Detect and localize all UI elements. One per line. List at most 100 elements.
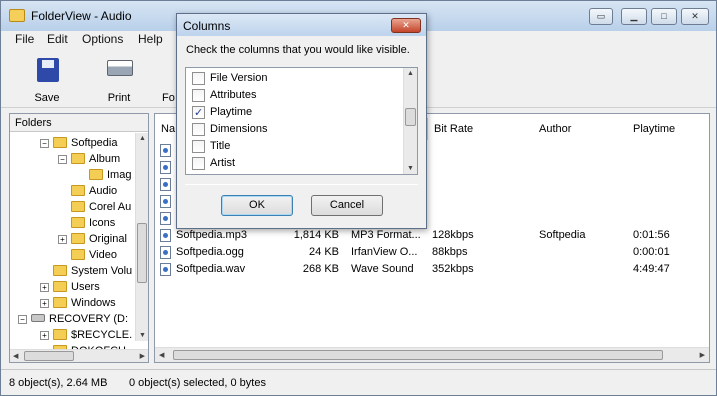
folder-icon [71, 217, 85, 228]
folders-horizontal-scrollbar[interactable]: ◀ ▶ [10, 349, 148, 362]
folder-tree-item[interactable]: + $RECYCLE. [40, 327, 132, 343]
menu-help[interactable]: Help [138, 32, 163, 46]
folders-vertical-scrollbar[interactable]: ▲ ▼ [135, 133, 148, 341]
folder-icon [53, 281, 67, 292]
folder-tree-item[interactable]: Icons [58, 215, 115, 231]
folder-tree-item[interactable]: Corel Au [58, 199, 131, 215]
maximize-button[interactable]: □ [651, 8, 677, 25]
scroll-right-arrow-icon[interactable]: ▶ [700, 351, 705, 359]
folder-tree-label: Video [89, 249, 117, 261]
checkbox[interactable] [192, 72, 205, 85]
scroll-thumb[interactable] [405, 108, 416, 126]
folder-tree-item[interactable]: + Windows [40, 295, 116, 311]
folder-tree-label: Album [89, 153, 121, 165]
dialog-close-button[interactable]: ✕ [391, 18, 421, 33]
column-header-playtime[interactable]: Playtime [627, 118, 709, 140]
audio-file-icon [160, 246, 171, 259]
folder-button[interactable]: Fo [151, 56, 175, 104]
scroll-down-arrow-icon[interactable]: ▼ [407, 165, 414, 172]
checkbox[interactable] [192, 123, 205, 136]
file-icon [160, 144, 171, 157]
folder-icon [53, 265, 67, 276]
folder-tree-item[interactable]: Imag [76, 167, 131, 183]
close-button[interactable]: ✕ [681, 8, 709, 25]
column-option-label: Title [210, 140, 231, 152]
column-option[interactable]: File Version [192, 70, 392, 86]
folder-icon [53, 297, 67, 308]
folder-tree-item[interactable]: + Users [40, 279, 100, 295]
audio-file-icon [160, 263, 171, 276]
folder-tree-label: $RECYCLE. [71, 329, 133, 341]
dialog-body: Check the columns that you would like vi… [177, 36, 426, 228]
menu-options[interactable]: Options [82, 32, 123, 46]
folder-icon [71, 153, 85, 164]
scroll-left-arrow-icon[interactable]: ◀ [13, 352, 18, 360]
checkbox[interactable] [192, 157, 205, 170]
dialog-title: Columns [183, 19, 231, 33]
list-item[interactable]: Softpedia.ogg 24 KB IrfanView O... 88kbp… [155, 244, 709, 261]
checkbox[interactable] [192, 89, 205, 102]
folder-tree-label: Audio [89, 185, 118, 197]
folder-button-label: Fo [162, 92, 175, 104]
expand-icon[interactable]: + [40, 283, 49, 292]
column-option[interactable]: Attributes [192, 87, 392, 103]
audio-file-icon [160, 229, 171, 242]
expand-icon[interactable]: + [58, 235, 67, 244]
folder-tree-item[interactable]: − RECOVERY (D: [18, 311, 128, 327]
file-type: IrfanView O... [351, 246, 418, 258]
menu-file[interactable]: File [15, 32, 34, 46]
ok-button[interactable]: OK [221, 195, 293, 216]
folder-tree-label: Corel Au [89, 201, 132, 213]
scroll-thumb[interactable] [24, 351, 74, 361]
column-option[interactable]: Dimensions [192, 121, 392, 137]
dialog-instruction: Check the columns that you would like vi… [186, 44, 410, 56]
minimize-button[interactable]: ▁ [621, 8, 647, 25]
scroll-thumb[interactable] [137, 223, 147, 283]
scroll-thumb[interactable] [173, 350, 663, 360]
file-bitrate: 352kbps [432, 263, 474, 275]
scroll-down-arrow-icon[interactable]: ▼ [139, 332, 146, 339]
file-type: MP3 Format... [351, 229, 421, 241]
collapse-icon[interactable]: − [40, 139, 49, 148]
file-icon [160, 212, 171, 225]
folder-tree-item[interactable]: − Softpedia [40, 135, 117, 151]
folder-tree-label: RECOVERY (D: [49, 313, 129, 325]
system-monitor-icon[interactable]: ▭ [589, 8, 613, 25]
folder-tree-item[interactable]: + Original [58, 231, 127, 247]
list-horizontal-scrollbar[interactable]: ◀ ▶ [155, 347, 709, 362]
list-item[interactable]: Softpedia.mp3 1,814 KB MP3 Format... 128… [155, 227, 709, 244]
print-label: Print [107, 92, 131, 104]
checklist-scrollbar[interactable]: ▲ ▼ [403, 68, 417, 174]
checkbox[interactable] [192, 140, 205, 153]
columns-dialog: Columns ✕ Check the columns that you wou… [176, 13, 427, 229]
collapse-icon[interactable]: − [18, 315, 27, 324]
folder-tree-item[interactable]: − Album [58, 151, 120, 167]
cancel-button[interactable]: Cancel [311, 195, 383, 216]
menu-edit[interactable]: Edit [47, 32, 68, 46]
print-button[interactable]: Print [95, 56, 143, 104]
folder-icon [71, 185, 85, 196]
column-header-author[interactable]: Author [533, 118, 629, 140]
status-selection: 0 object(s) selected, 0 bytes [129, 377, 266, 389]
scroll-up-arrow-icon[interactable]: ▲ [139, 135, 146, 142]
scroll-left-arrow-icon[interactable]: ◀ [159, 351, 164, 359]
column-option[interactable]: Artist [192, 155, 392, 171]
collapse-icon[interactable]: − [58, 155, 67, 164]
checkbox[interactable] [192, 105, 205, 121]
window-title: FolderView - Audio [31, 9, 132, 23]
expand-icon[interactable]: + [40, 331, 49, 340]
column-header-bit-rate[interactable]: Bit Rate [427, 118, 535, 140]
column-option[interactable]: Title [192, 138, 392, 154]
list-item[interactable]: Softpedia.wav 268 KB Wave Sound 352kbps … [155, 261, 709, 278]
scroll-right-arrow-icon[interactable]: ▶ [140, 352, 145, 360]
save-button[interactable]: Save [23, 56, 71, 104]
folder-tree-item[interactable]: Video [58, 247, 117, 263]
folder-tree-item[interactable]: Audio [58, 183, 117, 199]
file-playtime: 4:49:47 [633, 263, 670, 275]
scroll-up-arrow-icon[interactable]: ▲ [407, 70, 414, 77]
folder-tree-label: Original [89, 233, 127, 245]
expand-icon[interactable]: + [40, 299, 49, 308]
folder-tree-item[interactable]: System Volu [40, 263, 132, 279]
column-option[interactable]: Playtime [192, 104, 392, 121]
dialog-title-bar[interactable]: Columns ✕ [177, 14, 426, 36]
